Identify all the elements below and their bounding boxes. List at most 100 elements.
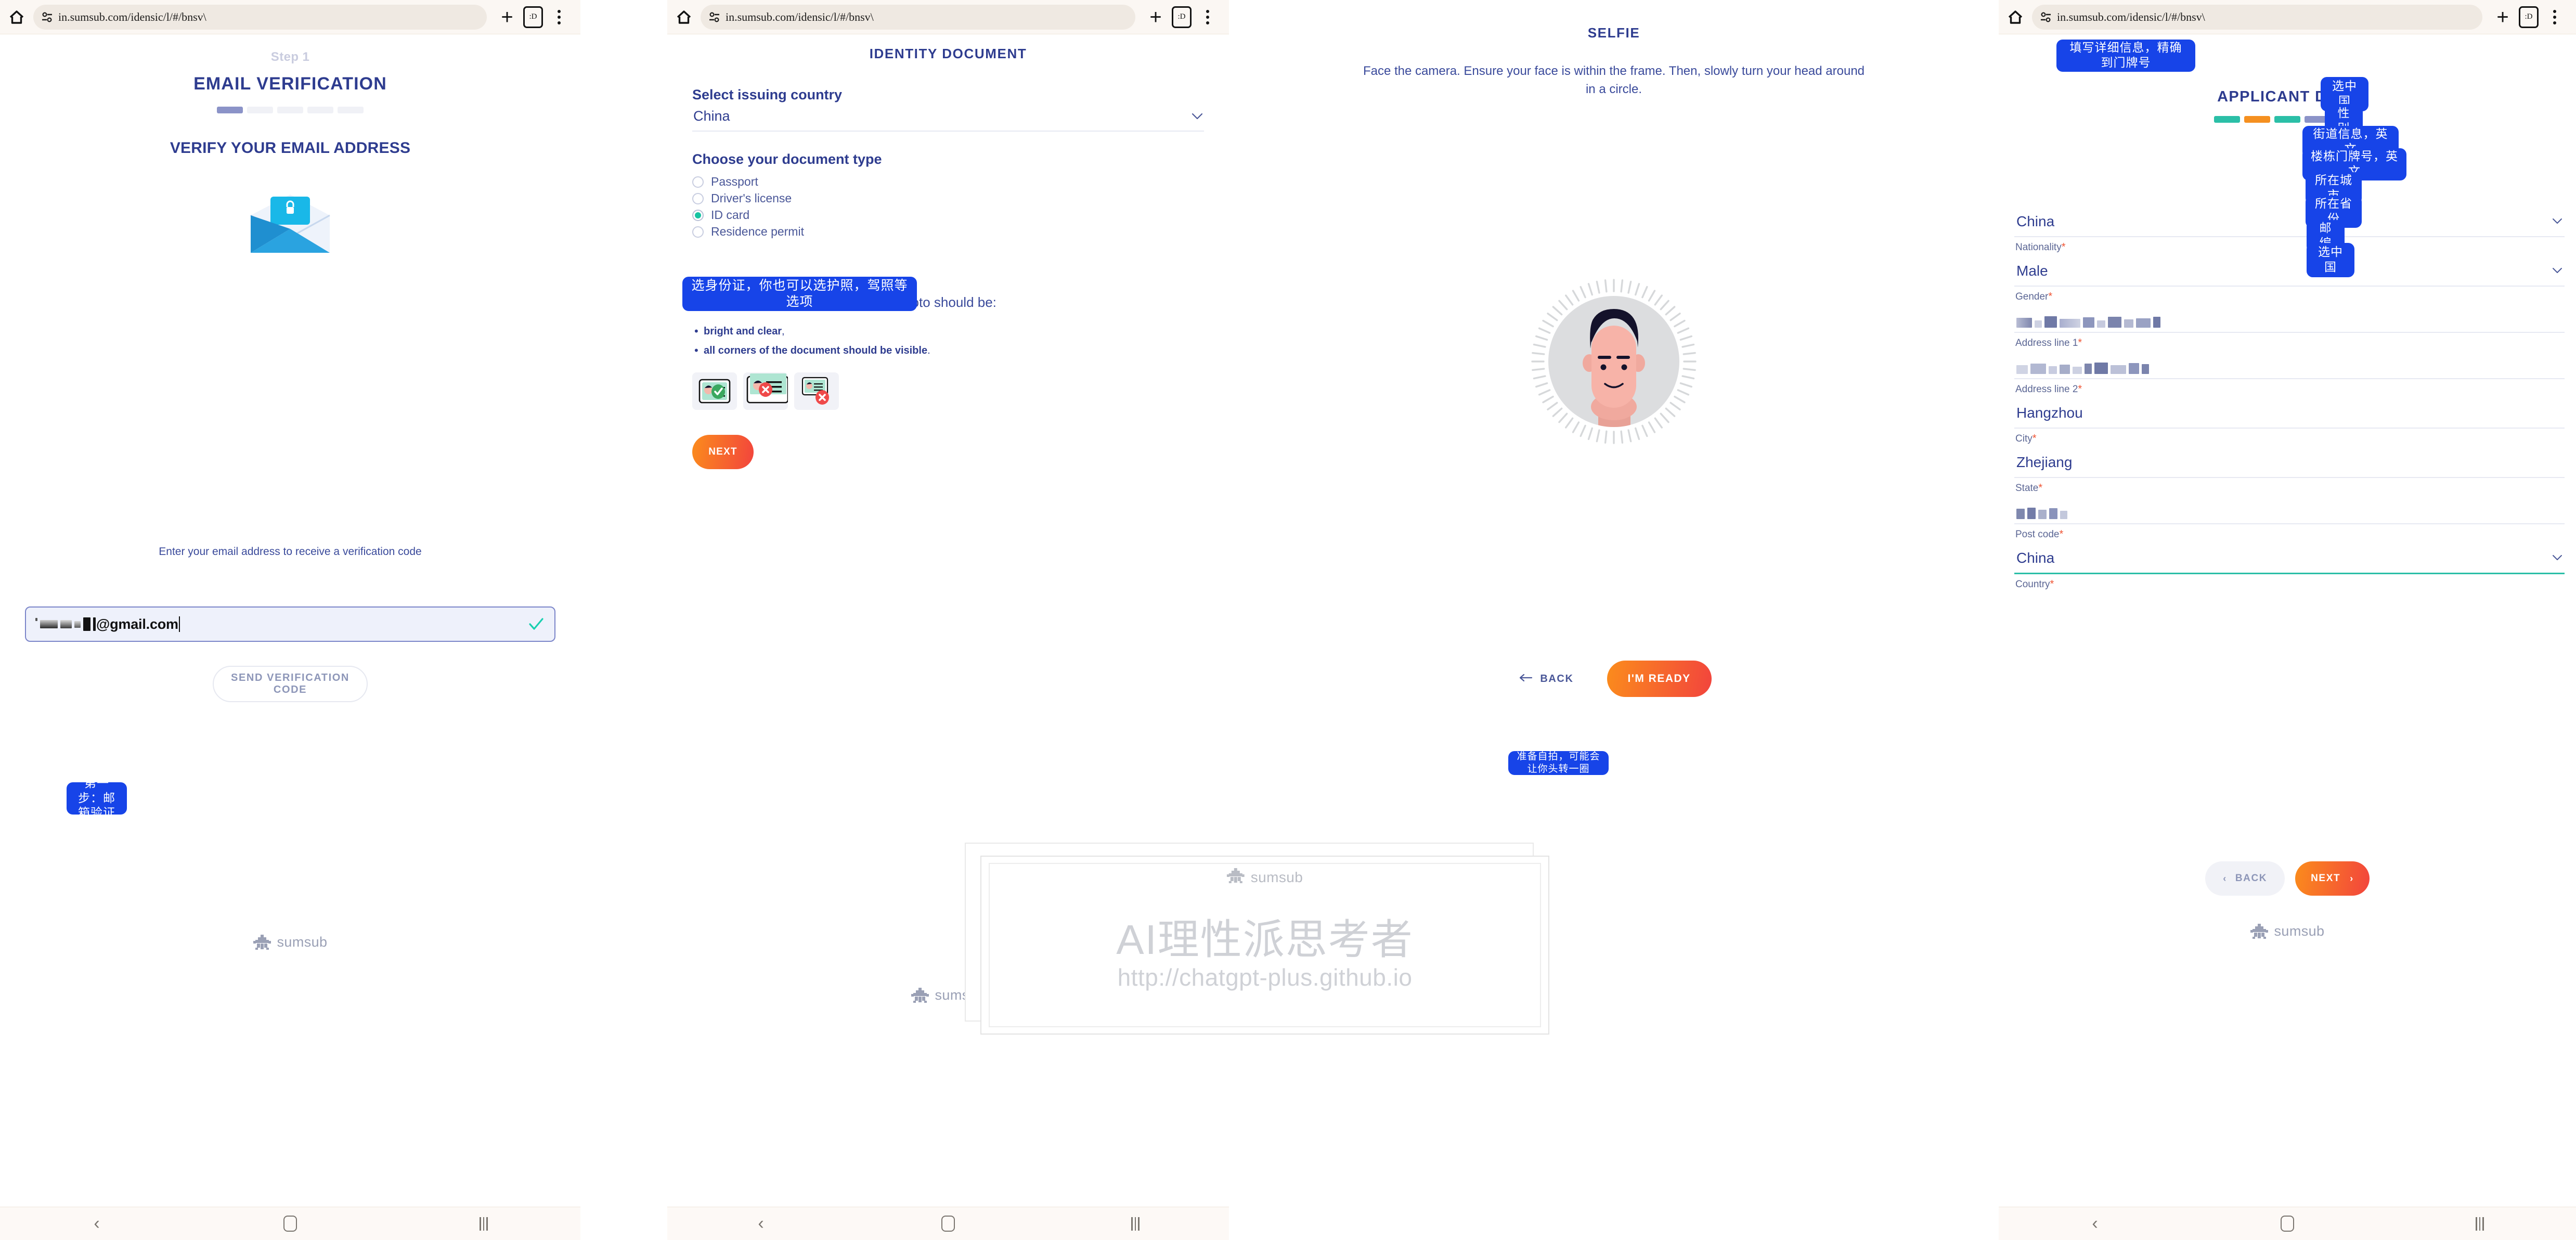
browser-menu-button[interactable] [1196, 5, 1220, 29]
field-label: City* [2014, 429, 2565, 447]
radio-option-passport[interactable]: Passport [692, 175, 1204, 189]
annotation-chip-top: 填写详细信息，精确到门牌号 [2056, 40, 2195, 72]
field-nationality[interactable]: China Nationality* [2014, 206, 2565, 255]
progress-segment [338, 107, 364, 113]
watermark-overlay: sumsub AI理性派思考者 http://chatgpt-plus.gith… [980, 856, 1549, 1035]
field-value: China [2016, 213, 2055, 229]
sumsub-mark-icon [253, 934, 271, 950]
nav-recents-icon[interactable] [1115, 1213, 1156, 1234]
browser-window-selfie: SELFIE Face the camera. Ensure your face… [1229, 0, 1999, 1240]
sumsub-footer-logo: sumsub [0, 934, 580, 950]
url-text: in.sumsub.com/idensic/l/#/bnsv\ [2057, 10, 2205, 23]
field-address-line-2[interactable]: Address line 2* [2014, 351, 2565, 397]
field-label-text: City [2015, 433, 2033, 444]
field-label: Nationality* [2014, 237, 2565, 255]
radio-option-residence-permit[interactable]: Residence permit [692, 225, 1204, 239]
avatar-face-icon [1528, 276, 1700, 447]
annotation-chip-country: 选中国 [2307, 243, 2354, 277]
address-bar[interactable]: in.sumsub.com/idensic/l/#/bnsv\ [2032, 4, 2482, 30]
address-bar[interactable]: in.sumsub.com/idensic/l/#/bnsv\ [701, 4, 1135, 30]
home-icon[interactable] [6, 7, 27, 28]
back-button[interactable]: BACK [1516, 673, 1576, 686]
photo-requirements-list: bright and clear, all corners of the doc… [692, 325, 1204, 357]
email-field[interactable]: @gmail.com [25, 606, 555, 642]
bullet-bold: bright and clear [704, 325, 782, 337]
im-ready-button[interactable]: I'M READY [1607, 661, 1712, 697]
progress-bar [25, 107, 555, 113]
back-button[interactable]: ‹ BACK [2205, 861, 2285, 896]
send-verification-code-button[interactable]: SEND VERIFICATION CODE [213, 666, 368, 702]
radio-icon [692, 176, 704, 188]
field-label-text: State [2015, 483, 2039, 494]
radio-option-drivers-license[interactable]: Driver's license [692, 191, 1204, 205]
nav-recents-icon[interactable] [2459, 1213, 2501, 1234]
chevron-down-icon[interactable] [2552, 267, 2562, 273]
photo-examples [692, 372, 1204, 410]
new-tab-button[interactable]: + [495, 5, 519, 29]
site-settings-icon[interactable] [41, 10, 54, 24]
browser-menu-button[interactable] [2543, 5, 2567, 29]
android-navigation-bar: ‹ [667, 1207, 1229, 1240]
tab-switcher-button[interactable]: :D [1170, 5, 1194, 29]
sumsub-wordmark: sumsub [2274, 923, 2325, 939]
field-country[interactable]: China Country* [2014, 542, 2565, 592]
site-settings-icon[interactable] [708, 10, 721, 24]
list-item: all corners of the document should be vi… [692, 344, 1204, 357]
selfie-action-row: BACK I'M READY [1229, 661, 1999, 697]
next-button[interactable]: NEXT › [2295, 861, 2370, 896]
sumsub-footer-logo: sumsub [1999, 923, 2576, 939]
tab-count-badge: :D [523, 6, 543, 28]
bullet-bold: all corners of the document should be vi… [704, 344, 928, 356]
chevron-left-icon: ‹ [2223, 873, 2227, 884]
chevron-down-icon[interactable] [2552, 554, 2562, 560]
field-label-text: Country [2015, 579, 2050, 590]
applicant-data-form: China Nationality* Male Gender* Address … [2014, 206, 2565, 592]
field-state[interactable]: Zhejiang State* [2014, 447, 2565, 496]
new-tab-button[interactable]: + [2491, 5, 2515, 29]
field-label: Country* [2014, 574, 2565, 592]
home-icon[interactable] [674, 7, 694, 28]
plus-icon: + [1149, 5, 1162, 29]
field-gender[interactable]: Male Gender* [2014, 255, 2565, 305]
nav-home-icon[interactable] [2267, 1213, 2308, 1234]
nav-recents-icon[interactable] [463, 1213, 504, 1234]
address-bar[interactable]: in.sumsub.com/idensic/l/#/bnsv\ [33, 4, 487, 30]
progress-bar [1999, 116, 2576, 123]
radio-label: ID card [711, 208, 750, 222]
site-settings-icon[interactable] [2039, 10, 2053, 24]
field-label: Gender* [2014, 287, 2565, 305]
url-text: in.sumsub.com/idensic/l/#/bnsv\ [58, 10, 206, 23]
field-value: Hangzhou [2016, 405, 2083, 421]
back-label: BACK [2235, 873, 2268, 884]
radio-option-id-card[interactable]: ID card [692, 208, 1204, 222]
kebab-menu-icon [1206, 9, 1209, 24]
nav-back-icon[interactable]: ‹ [2074, 1213, 2116, 1234]
chevron-down-icon[interactable] [2552, 217, 2562, 224]
new-tab-button[interactable]: + [1144, 5, 1168, 29]
page-content: SELFIE Face the camera. Ensure your face… [1229, 0, 1999, 1240]
good-example-thumbnail [692, 372, 737, 410]
tab-switcher-button[interactable]: :D [2517, 5, 2541, 29]
field-label: Post code* [2014, 524, 2565, 542]
next-label: NEXT [2311, 873, 2341, 884]
progress-segment [2244, 116, 2270, 123]
tab-count-badge: :D [2519, 6, 2539, 28]
field-label-text: Address line 2 [2015, 384, 2078, 395]
browser-menu-button[interactable] [547, 5, 571, 29]
tab-switcher-button[interactable]: :D [521, 5, 545, 29]
home-icon[interactable] [2005, 7, 2026, 28]
field-address-line-1[interactable]: Address line 1* [2014, 305, 2565, 351]
issuing-country-select[interactable]: China [692, 103, 1204, 132]
next-button[interactable]: NEXT [692, 434, 754, 469]
field-city[interactable]: Hangzhou City* [2014, 397, 2565, 447]
nav-back-icon[interactable]: ‹ [76, 1213, 118, 1234]
nav-back-icon[interactable]: ‹ [740, 1213, 782, 1234]
field-post-code[interactable]: Post code* [2014, 496, 2565, 542]
nav-home-icon[interactable] [927, 1213, 969, 1234]
progress-segment [2274, 116, 2300, 123]
required-asterisk: * [2061, 241, 2066, 253]
nav-home-icon[interactable] [269, 1213, 311, 1234]
document-type-label: Choose your document type [692, 151, 882, 167]
masked-field-value [2014, 503, 2565, 523]
browser-window-identity-document: in.sumsub.com/idensic/l/#/bnsv\ + :D IDE… [667, 0, 1229, 1240]
